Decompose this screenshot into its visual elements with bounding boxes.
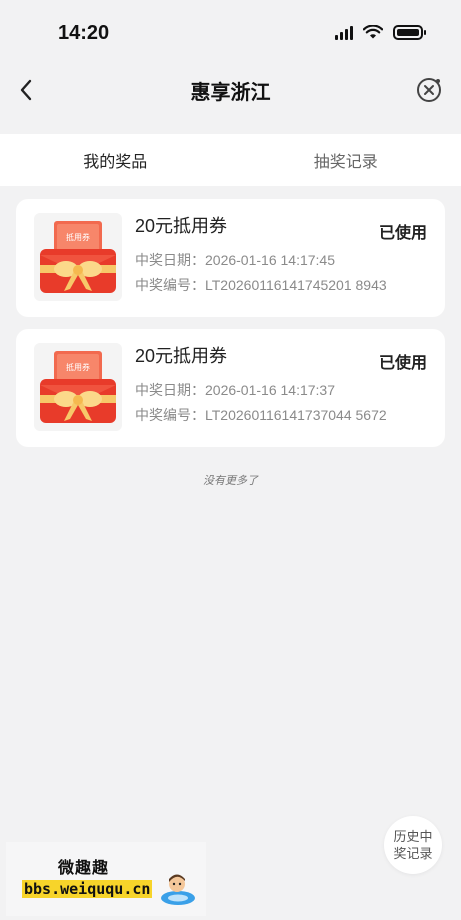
prize-name: 20元抵用券 — [135, 216, 228, 236]
status-bar: 14:20 — [0, 0, 461, 64]
prize-card[interactable]: 抵用券 20元抵用券 已使用 中奖日期：2026-01-16 14:17:45 … — [16, 199, 445, 317]
history-records-button[interactable]: 历史中 奖记录 — [384, 816, 442, 874]
prize-number: 中奖编号：LT20260116141745201 8943 — [135, 277, 387, 293]
tab-bar: 我的奖品 抽奖记录 — [0, 134, 461, 186]
prize-name: 20元抵用券 — [135, 346, 228, 366]
battery-icon — [393, 25, 426, 40]
wifi-icon — [363, 25, 383, 39]
ticket-label: 抵用券 — [66, 232, 90, 242]
page-title: 惠享浙江 — [190, 82, 271, 104]
coupon-gift-icon: 抵用券 — [34, 343, 122, 431]
prize-card[interactable]: 抵用券 20元抵用券 已使用 中奖日期：2026-01-16 14:17:37 … — [16, 329, 445, 447]
ticket-label: 抵用券 — [66, 362, 90, 372]
history-button-line1: 历史中 — [393, 829, 433, 844]
status-icons — [335, 25, 426, 40]
prize-status-badge: 已使用 — [378, 355, 427, 372]
prize-status-badge: 已使用 — [378, 225, 427, 242]
history-button-line2: 奖记录 — [393, 846, 433, 861]
status-time: 14:20 — [58, 22, 110, 44]
watermark-url: bbs.weiququ.cn — [22, 880, 153, 898]
coupon-gift-icon: 抵用券 — [34, 213, 122, 301]
prize-date: 中奖日期：2026-01-16 14:17:45 — [135, 252, 335, 268]
nav-bar: 惠享浙江 — [0, 64, 461, 116]
tab-my-prizes[interactable]: 我的奖品 — [0, 134, 231, 186]
tab-draw-records[interactable]: 抽奖记录 — [231, 134, 461, 186]
list-end-text: 没有更多了 — [203, 475, 258, 487]
close-circle-icon — [417, 78, 441, 102]
signal-icon — [335, 25, 353, 40]
watermark: 微趣趣 bbs.weiququ.cn — [6, 842, 206, 916]
watermark-title: 微趣趣 — [58, 858, 110, 877]
prize-number: 中奖编号：LT20260116141737044 5672 — [135, 407, 387, 423]
mascot-icon — [161, 874, 195, 905]
close-button[interactable] — [415, 76, 443, 104]
prize-date: 中奖日期：2026-01-16 14:17:37 — [135, 382, 335, 398]
